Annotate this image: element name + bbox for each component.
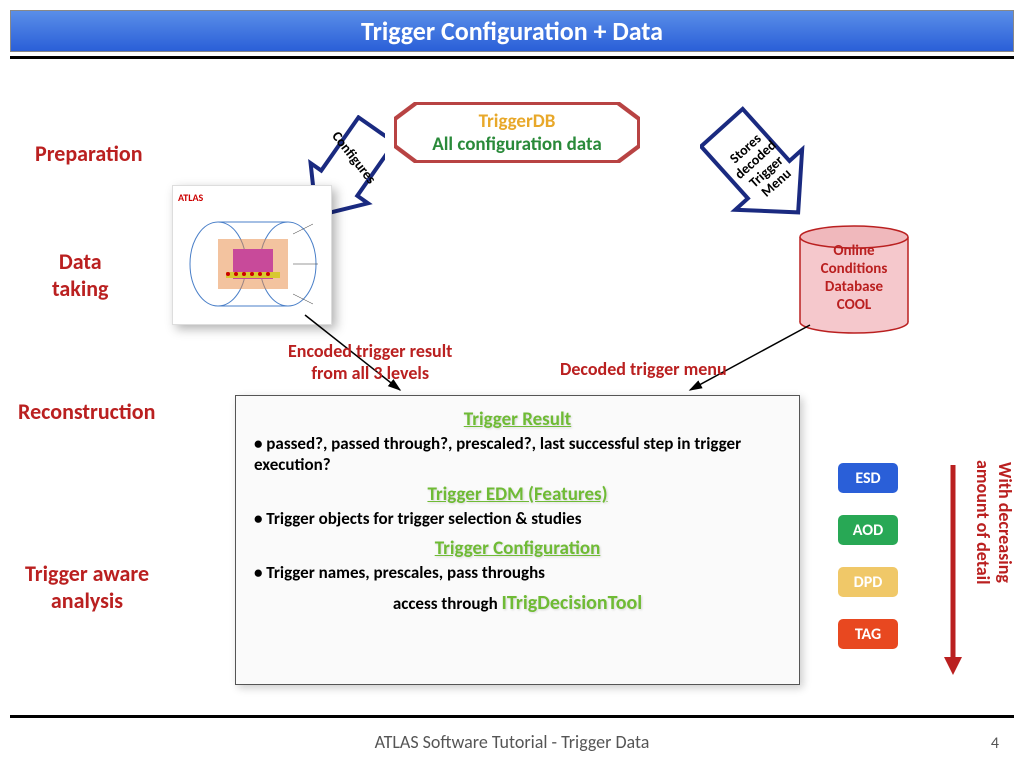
format-tag: TAG: [838, 619, 898, 649]
format-dpd: DPD: [838, 567, 898, 597]
access-text: access through: [393, 593, 502, 614]
title-bar: Trigger Configuration + Data: [10, 10, 1014, 52]
section-h2: Trigger EDM (Features): [254, 483, 781, 506]
octagon-line2: All configuration data: [432, 133, 602, 156]
cool-l1: Online: [798, 242, 910, 260]
result-box: Trigger Result • passed?, passed through…: [235, 395, 800, 685]
stores-arrow: Stores decoded Trigger Menu: [700, 105, 820, 235]
section-h1: Trigger Result: [254, 408, 781, 431]
stage-triggeraware: Trigger aware analysis: [25, 560, 149, 614]
format-esd: ESD: [838, 463, 898, 493]
octagon-line1: TriggerDB: [479, 110, 556, 133]
atlas-detector-image: ATLAS: [172, 185, 332, 325]
access-line: access through ITrigDecisionTool: [254, 591, 781, 615]
atlas-label: ATLAS: [178, 191, 326, 204]
cool-text: Online Conditions Database COOL: [798, 242, 910, 314]
cool-l2: Conditions: [798, 260, 910, 278]
section-b3: • Trigger names, prescales, pass through…: [254, 562, 781, 583]
title-underline: [10, 56, 1014, 59]
section-b1: • passed?, passed through?, prescaled?, …: [254, 433, 781, 475]
stage-datataking: Data taking: [52, 248, 108, 302]
stage-reconstruction: Reconstruction: [18, 398, 155, 425]
side-label: With decreasing amount of detail: [972, 460, 1016, 585]
triggerdb-octagon: TriggerDB All configuration data: [397, 105, 637, 160]
section-h3: Trigger Configuration: [254, 537, 781, 560]
footer-text: ATLAS Software Tutorial - Trigger Data: [0, 731, 1024, 753]
stage-preparation: Preparation: [35, 140, 143, 167]
cool-l3: Database: [798, 278, 910, 296]
decoded-label: Decoded trigger menu: [560, 358, 727, 380]
format-aod: AOD: [838, 515, 898, 545]
footer-line: [10, 715, 1014, 718]
tool-name: ITrigDecisionTool: [502, 591, 643, 615]
slide-title: Trigger Configuration + Data: [361, 15, 663, 47]
encoded-label: Encoded trigger result from all 3 levels: [288, 340, 452, 384]
section-b2: • Trigger objects for trigger selection …: [254, 508, 781, 529]
page-number: 4: [991, 734, 999, 753]
cool-database-cylinder: Online Conditions Database COOL: [798, 225, 910, 335]
down-arrow-icon: [944, 465, 962, 675]
cool-l4: COOL: [798, 296, 910, 314]
atlas-detector-icon: [178, 204, 328, 319]
